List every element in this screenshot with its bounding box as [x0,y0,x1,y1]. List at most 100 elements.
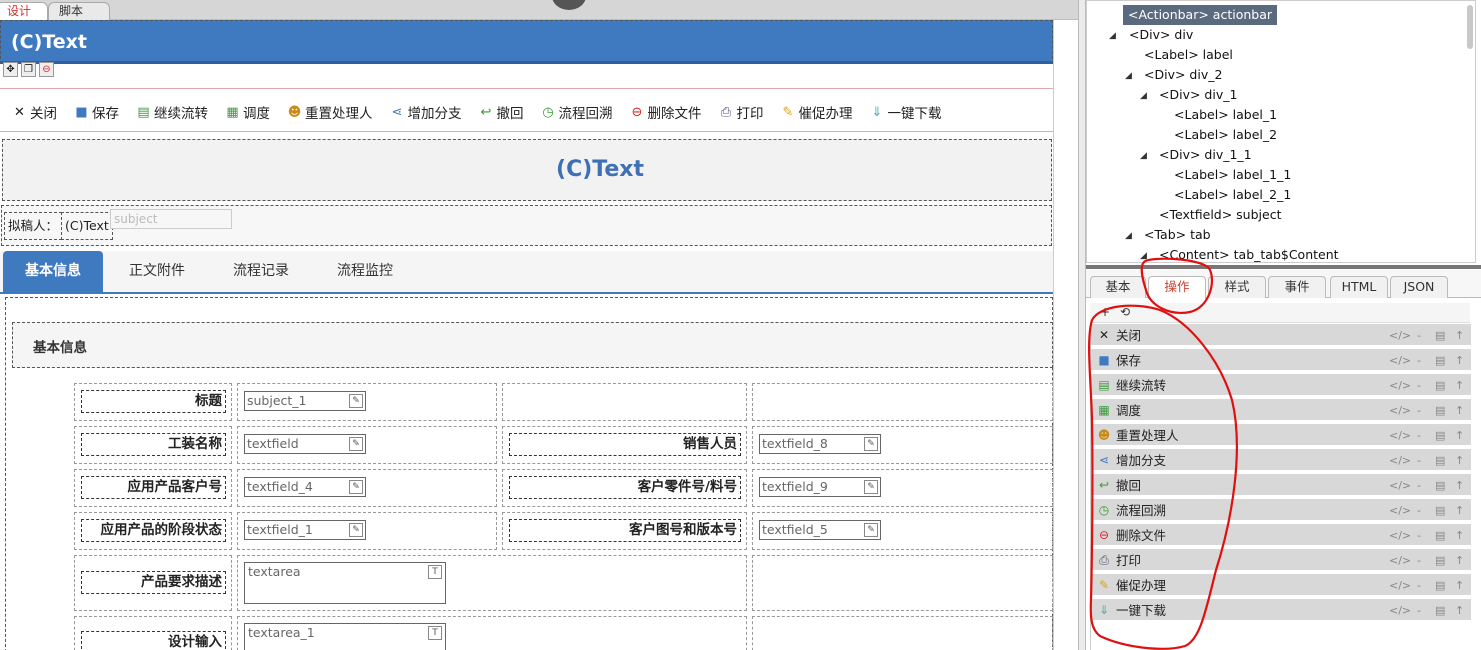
operation-row[interactable]: ☻ 重置处理人 </> - ▤ ↑ [1091,424,1471,447]
remove-row-icon[interactable]: - [1417,449,1421,472]
remove-row-icon[interactable]: - [1417,324,1421,347]
ptab-operations[interactable]: 操作 [1148,276,1206,299]
remove-row-icon[interactable]: - [1417,574,1421,597]
operation-row[interactable]: ⊖ 删除文件 </> - ▤ ↑ [1091,524,1471,547]
edit-row-icon[interactable]: ▤ [1435,424,1445,447]
expand-arrow-icon[interactable]: ◢ [1140,251,1147,261]
textarea-1-field[interactable]: textarea_1 T [244,623,446,650]
tree-node-label-1[interactable]: <Label> label_1 [1174,105,1277,125]
move-up-icon[interactable]: ↑ [1455,324,1464,347]
operation-row[interactable]: ▦ 调度 </> - ▤ ↑ [1091,399,1471,422]
code-icon[interactable]: </> [1389,424,1411,447]
expand-arrow-icon[interactable]: ◢ [1125,71,1132,81]
edit-row-icon[interactable]: ▤ [1435,599,1445,622]
code-icon[interactable]: </> [1389,499,1411,522]
tree-node-label-2-1[interactable]: <Label> label_2_1 [1174,185,1291,205]
tree-scrollbar[interactable] [1467,5,1473,49]
code-icon[interactable]: </> [1389,524,1411,547]
code-icon[interactable]: </> [1389,449,1411,472]
edit-row-icon[interactable]: ▤ [1435,324,1445,347]
edit-row-icon[interactable]: ▤ [1435,524,1445,547]
remove-row-icon[interactable]: - [1417,349,1421,372]
edit-row-icon[interactable]: ▤ [1435,449,1445,472]
operation-row[interactable]: ◷ 流程回溯 </> - ▤ ↑ [1091,499,1471,522]
move-up-icon[interactable]: ↑ [1455,524,1464,547]
operation-row[interactable]: ↩ 撤回 </> - ▤ ↑ [1091,474,1471,497]
move-up-icon[interactable]: ↑ [1455,549,1464,572]
action-flow-trace[interactable]: ◷ 流程回溯 [541,102,612,123]
action-close[interactable]: ✕ 关闭 [12,102,57,123]
move-up-icon[interactable]: ↑ [1455,474,1464,497]
ptab-json[interactable]: JSON [1390,276,1448,298]
move-up-icon[interactable]: ↑ [1455,399,1464,422]
move-up-icon[interactable]: ↑ [1455,424,1464,447]
expand-arrow-icon[interactable]: ◢ [1125,231,1132,241]
code-icon[interactable]: </> [1389,574,1411,597]
action-continue-flow[interactable]: ▤ 继续流转 [136,102,208,123]
edit-row-icon[interactable]: ▤ [1435,499,1445,522]
edit-row-icon[interactable]: ▤ [1435,349,1445,372]
textfield-8-field[interactable]: textfield_8 ✎ [759,434,881,454]
code-icon[interactable]: </> [1389,549,1411,572]
code-icon[interactable]: </> [1389,374,1411,397]
ptab-style[interactable]: 样式 [1208,276,1266,298]
remove-icon[interactable]: ⊖ [39,62,54,77]
edit-row-icon[interactable]: ▤ [1435,474,1445,497]
edit-row-icon[interactable]: ▤ [1435,574,1445,597]
tree-node-div-1[interactable]: <Div> div_1 [1159,85,1237,105]
operation-row[interactable]: ✎ 催促办理 </> - ▤ ↑ [1091,574,1471,597]
remove-row-icon[interactable]: - [1417,599,1421,622]
tree-node-textfield-subject[interactable]: <Textfield> subject [1159,205,1281,225]
action-dispatch[interactable]: ▦ 调度 [225,102,270,123]
tab-basic-info[interactable]: 基本信息 [3,251,103,292]
code-icon[interactable]: </> [1389,599,1411,622]
textfield-1-field[interactable]: textfield_1 ✎ [244,520,366,540]
remove-row-icon[interactable]: - [1417,399,1421,422]
panel-splitter[interactable] [1078,0,1086,650]
form-heading-box[interactable]: (C)Text [2,139,1052,201]
operation-row[interactable]: ⇓ 一键下载 </> - ▤ ↑ [1091,599,1471,622]
textfield-field[interactable]: textfield ✎ [244,434,366,454]
tree-node-label-2[interactable]: <Label> label_2 [1174,125,1277,145]
operation-row[interactable]: ✕ 关闭 </> - ▤ ↑ [1091,324,1471,347]
drag-knob[interactable] [552,0,586,10]
action-add-branch[interactable]: ⋖ 增加分支 [390,102,462,123]
code-icon[interactable]: </> [1389,399,1411,422]
horizontal-splitter[interactable] [1086,265,1481,269]
action-download[interactable]: ⇓ 一键下载 [870,102,942,123]
remove-row-icon[interactable]: - [1417,424,1421,447]
expand-arrow-icon[interactable]: ◢ [1140,151,1147,161]
edit-row-icon[interactable]: ▤ [1435,399,1445,422]
tree-node-div-2[interactable]: <Div> div_2 [1144,65,1222,85]
add-icon[interactable]: + [1100,305,1110,319]
tree-node-tab-content[interactable]: <Content> tab_tab$Content [1159,245,1339,262]
tab-attachments[interactable]: 正文附件 [107,251,207,292]
move-up-icon[interactable]: ↑ [1455,599,1464,622]
code-icon[interactable]: </> [1389,324,1411,347]
tree-node-label-1-1[interactable]: <Label> label_1_1 [1174,165,1291,185]
copy-icon[interactable]: ❐ [21,62,36,77]
subject-1-field[interactable]: subject_1 ✎ [244,391,366,411]
action-withdraw[interactable]: ↩ 撤回 [479,102,524,123]
operation-row[interactable]: ▤ 继续流转 </> - ▤ ↑ [1091,374,1471,397]
edit-row-icon[interactable]: ▤ [1435,549,1445,572]
expand-arrow-icon[interactable]: ◢ [1109,31,1116,41]
action-print[interactable]: ⎙ 打印 [719,102,764,123]
remove-row-icon[interactable]: - [1417,549,1421,572]
move-up-icon[interactable]: ↑ [1455,449,1464,472]
tab-flow-record[interactable]: 流程记录 [211,251,311,292]
code-icon[interactable]: </> [1389,474,1411,497]
code-icon[interactable]: </> [1389,349,1411,372]
operation-row[interactable]: ■ 保存 </> - ▤ ↑ [1091,349,1471,372]
tree-node-tab[interactable]: <Tab> tab [1144,225,1211,245]
remove-row-icon[interactable]: - [1417,499,1421,522]
reset-icon[interactable]: ⟲ [1120,305,1130,319]
action-reset-handler[interactable]: ☻ 重置处理人 [287,102,373,123]
expand-arrow-icon[interactable]: ◢ [1140,91,1147,101]
move-up-icon[interactable]: ↑ [1455,574,1464,597]
remove-row-icon[interactable]: - [1417,524,1421,547]
remove-row-icon[interactable]: - [1417,374,1421,397]
action-delete-file[interactable]: ⊖ 删除文件 [630,102,702,123]
textfield-5-field[interactable]: textfield_5 ✎ [759,520,881,540]
move-up-icon[interactable]: ↑ [1455,349,1464,372]
